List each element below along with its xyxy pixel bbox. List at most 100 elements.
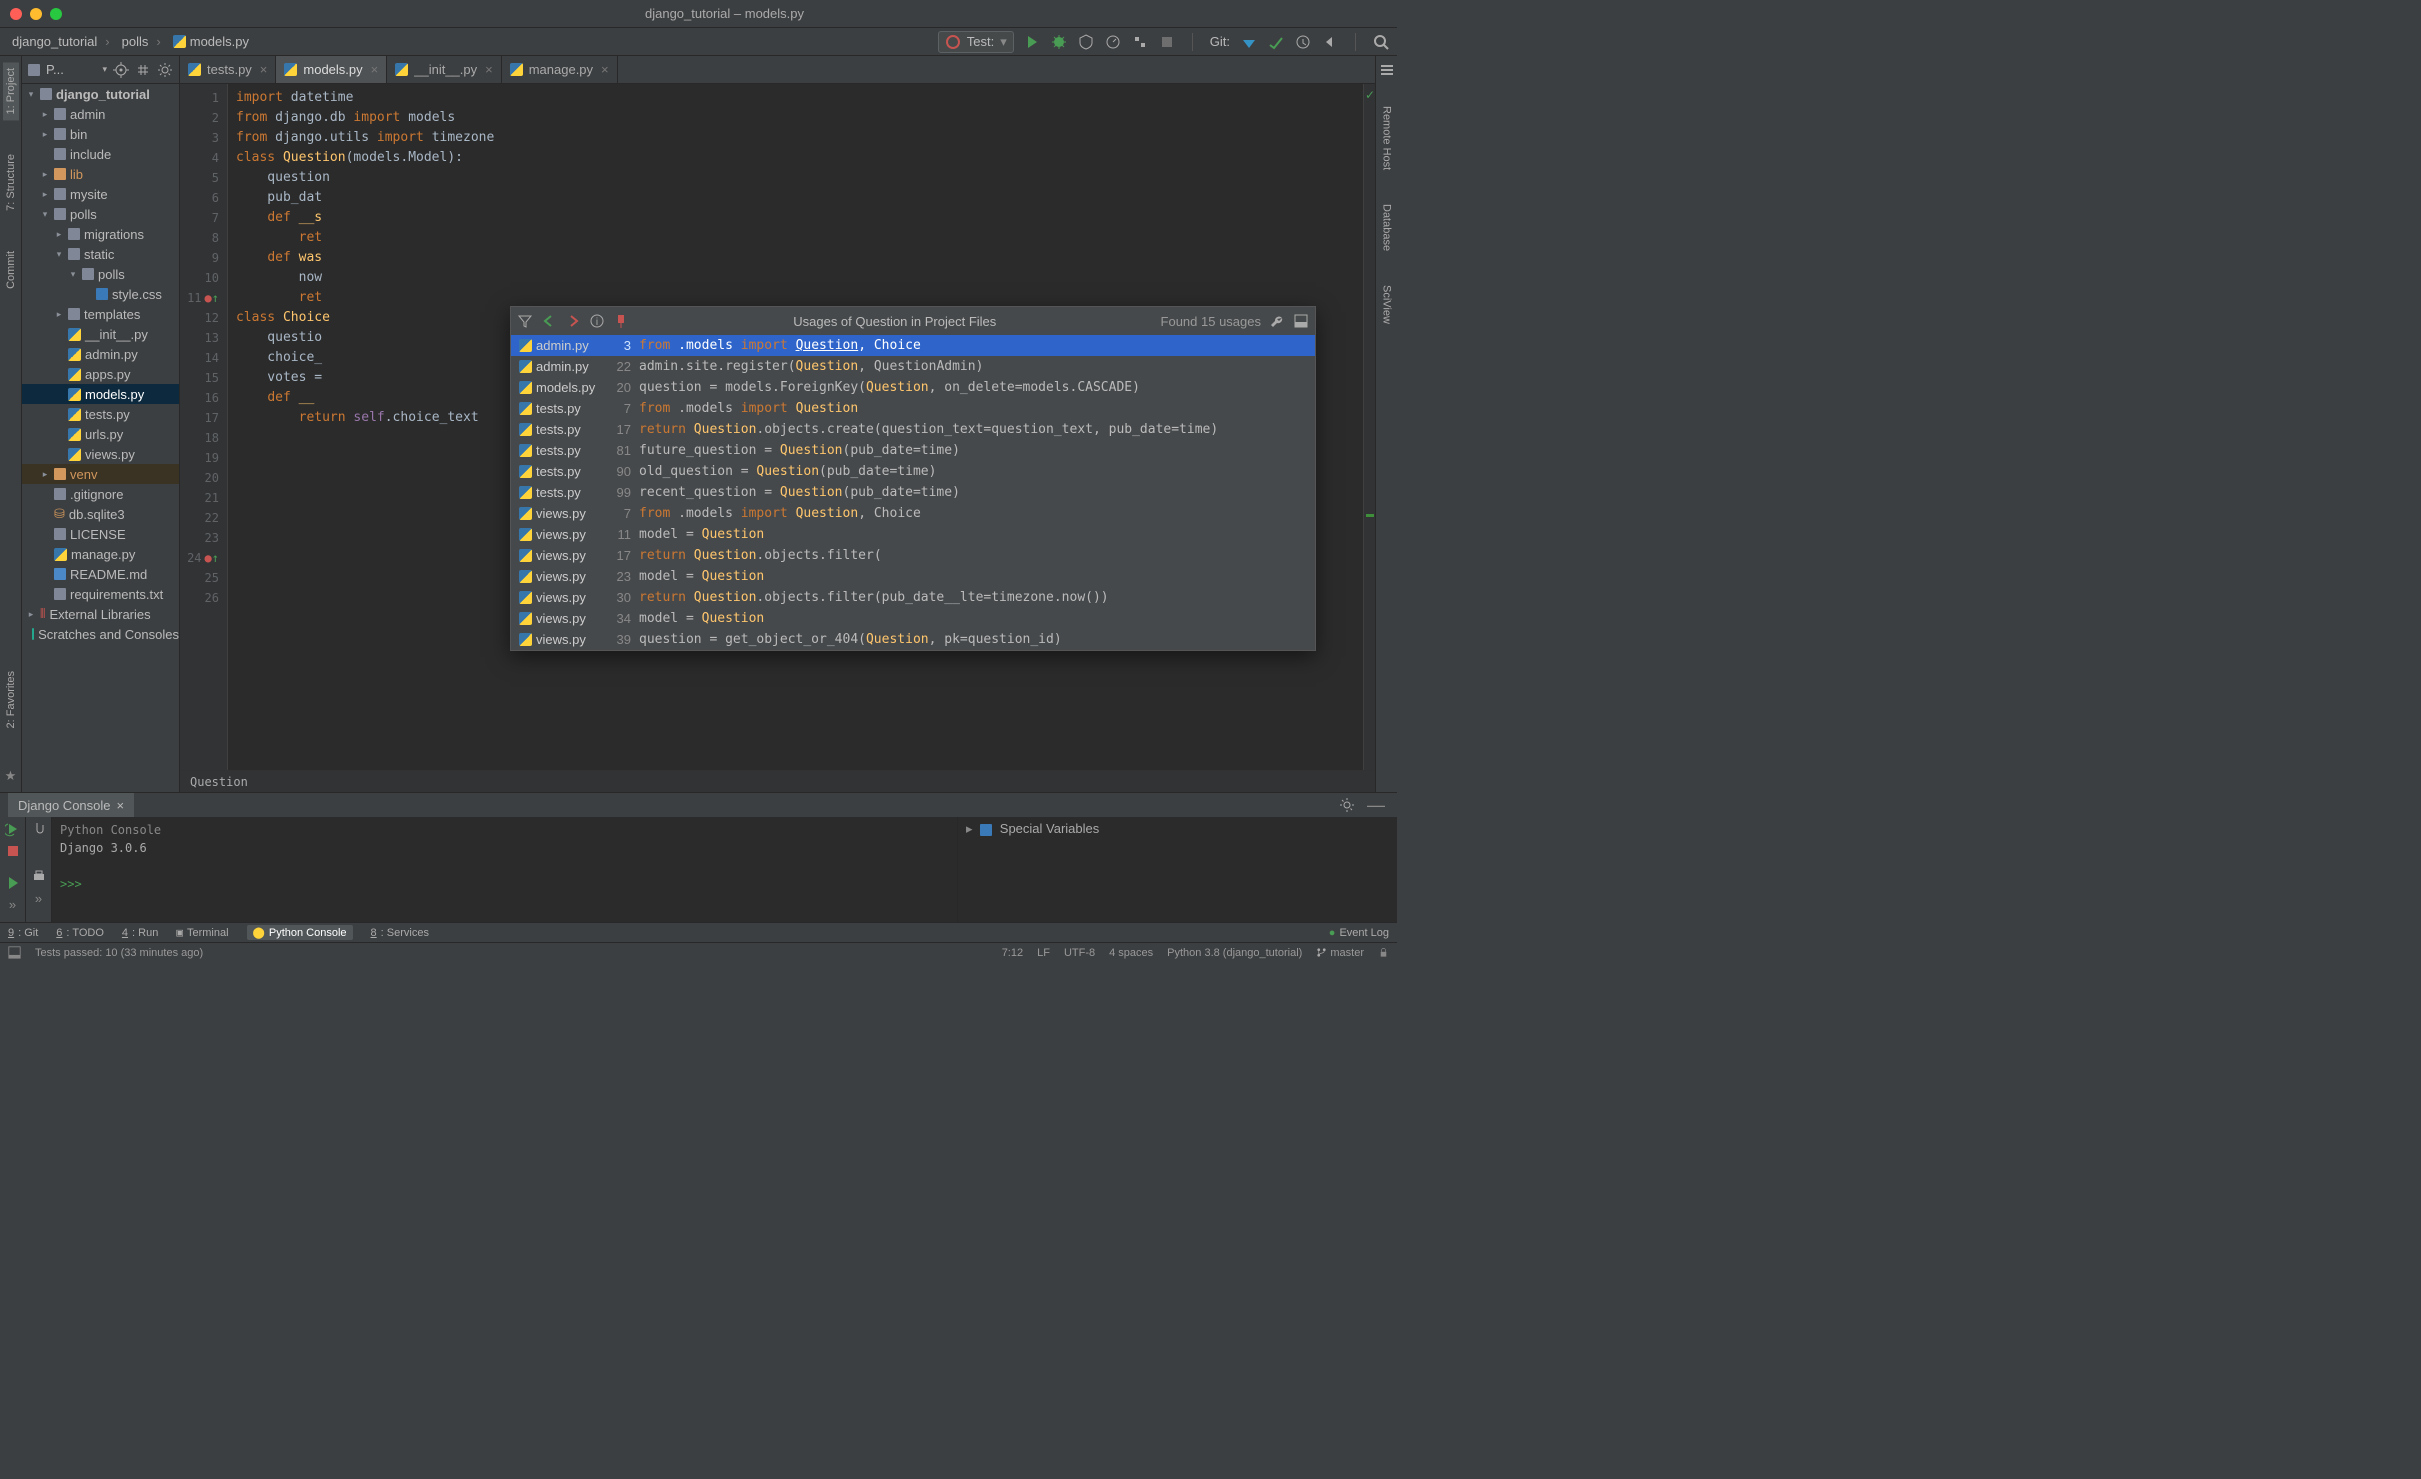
chevron-right-icon[interactable]: ▸ xyxy=(40,469,50,480)
stop-icon[interactable] xyxy=(1159,34,1175,50)
search-icon[interactable] xyxy=(1373,34,1389,50)
status-caret[interactable]: 7:12 xyxy=(1002,947,1023,959)
tree-node-managepy[interactable]: manage.py xyxy=(22,544,179,564)
crumb-django_tutorial[interactable]: django_tutorial xyxy=(8,32,114,51)
chevron-right-icon[interactable]: ▸ xyxy=(966,821,973,836)
chevron-right-icon[interactable]: ▸ xyxy=(26,609,36,620)
tree-node-static[interactable]: ▾static xyxy=(22,244,179,264)
code-breadcrumb[interactable]: Question xyxy=(180,770,1375,792)
toolwindow-tab-favorites[interactable]: 2: Favorites xyxy=(3,665,19,734)
usage-row[interactable]: views.py7from .models import Question, C… xyxy=(511,503,1315,524)
run-configuration-selector[interactable]: Test: ▾ xyxy=(938,31,1014,53)
debug-icon[interactable] xyxy=(1051,34,1067,50)
toolwindow-button-services[interactable]: 8: Services xyxy=(371,927,429,939)
toolwindow-tab-structure[interactable]: 7: Structure xyxy=(3,148,19,217)
console-variables[interactable]: ▸ Special Variables xyxy=(957,817,1397,922)
profiler-icon[interactable] xyxy=(1105,34,1121,50)
tree-node-venv[interactable]: ▸venv xyxy=(22,464,179,484)
line-number[interactable]: 26 xyxy=(184,588,219,608)
tree-node-admin[interactable]: ▸admin xyxy=(22,104,179,124)
tree-node-bin[interactable]: ▸bin xyxy=(22,124,179,144)
code-line[interactable]: question xyxy=(236,168,1355,188)
tree-node-initpy[interactable]: __init__.py xyxy=(22,324,179,344)
prev-usage-icon[interactable] xyxy=(541,313,557,329)
tree-node-testspy[interactable]: tests.py xyxy=(22,404,179,424)
line-number[interactable]: 22 xyxy=(184,508,219,528)
code-line[interactable]: def __s xyxy=(236,208,1355,228)
settings-icon[interactable] xyxy=(1269,313,1285,329)
close-icon[interactable]: × xyxy=(485,62,493,77)
line-number[interactable]: 4 xyxy=(184,148,219,168)
usage-row[interactable]: views.py39question = get_object_or_404(Q… xyxy=(511,629,1315,650)
open-toolwindow-icon[interactable] xyxy=(1293,313,1309,329)
line-number[interactable]: 5 xyxy=(184,168,219,188)
close-icon[interactable]: × xyxy=(117,798,125,813)
usage-row[interactable]: tests.py99recent_question = Question(pub… xyxy=(511,482,1315,503)
usage-row[interactable]: views.py11model = Question xyxy=(511,524,1315,545)
line-number[interactable]: 11●↑ xyxy=(184,288,219,308)
more-icon[interactable]: » xyxy=(9,897,16,912)
tree-node-scratchesandconsoles[interactable]: Scratches and Consoles xyxy=(22,624,179,644)
line-number[interactable]: 3 xyxy=(184,128,219,148)
usage-row[interactable]: models.py20question = models.ForeignKey(… xyxy=(511,377,1315,398)
toolwindow-button-run[interactable]: 4: Run xyxy=(122,927,158,939)
toolwindow-tab-remotehost[interactable]: Remote Host xyxy=(1379,100,1395,176)
line-number[interactable]: 12 xyxy=(184,308,219,328)
line-number[interactable]: 10 xyxy=(184,268,219,288)
line-number[interactable]: 9 xyxy=(184,248,219,268)
vcs-history-icon[interactable] xyxy=(1295,34,1311,50)
event-log-button[interactable]: ● Event Log xyxy=(1329,927,1389,939)
tree-node-lib[interactable]: ▸lib xyxy=(22,164,179,184)
usage-row[interactable]: views.py17return Question.objects.filter… xyxy=(511,545,1315,566)
chevron-down-icon[interactable]: ▾ xyxy=(54,249,64,260)
toolwindow-tab-commit[interactable]: Commit xyxy=(3,245,19,295)
tree-node-urlspy[interactable]: urls.py xyxy=(22,424,179,444)
tree-node-migrations[interactable]: ▸migrations xyxy=(22,224,179,244)
line-number[interactable]: 14 xyxy=(184,348,219,368)
tree-node-appspy[interactable]: apps.py xyxy=(22,364,179,384)
star-icon[interactable]: ★ xyxy=(5,768,17,784)
tree-node-modelspy[interactable]: models.py xyxy=(22,384,179,404)
chevron-right-icon[interactable]: ▸ xyxy=(40,189,50,200)
code-line[interactable]: import datetime xyxy=(236,88,1355,108)
crumb-polls[interactable]: polls xyxy=(118,32,165,51)
status-branch[interactable]: master xyxy=(1316,947,1364,959)
line-number[interactable]: 13 xyxy=(184,328,219,348)
line-number[interactable]: 19 xyxy=(184,448,219,468)
tree-node-readmemd[interactable]: README.md xyxy=(22,564,179,584)
status-encoding[interactable]: UTF-8 xyxy=(1064,947,1095,959)
tree-node-polls[interactable]: ▾polls xyxy=(22,264,179,284)
tree-node-stylecss[interactable]: style.css xyxy=(22,284,179,304)
hide-icon[interactable]: — xyxy=(1363,795,1389,816)
status-interpreter[interactable]: Python 3.8 (django_tutorial) xyxy=(1167,947,1302,959)
toolwindow-tab-sciview[interactable]: SciView xyxy=(1379,279,1395,330)
attach-icon[interactable] xyxy=(31,821,47,837)
close-icon[interactable]: × xyxy=(371,62,379,77)
line-number[interactable]: 15 xyxy=(184,368,219,388)
tree-node-externallibraries[interactable]: ▸⫴External Libraries xyxy=(22,604,179,624)
chevron-right-icon[interactable]: ▸ xyxy=(54,229,64,240)
editor-tab-managepy[interactable]: manage.py× xyxy=(502,56,618,83)
run-icon[interactable] xyxy=(1024,34,1040,50)
usage-row[interactable]: views.py34model = Question xyxy=(511,608,1315,629)
line-number[interactable]: 1 xyxy=(184,88,219,108)
console-prompt[interactable]: >>> xyxy=(60,875,949,893)
chevron-down-icon[interactable]: ▾ xyxy=(102,64,107,75)
chevron-right-icon[interactable]: ▸ xyxy=(54,309,64,320)
usages-list[interactable]: admin.py3from .models import Question, C… xyxy=(511,335,1315,650)
usage-row[interactable]: views.py23model = Question xyxy=(511,566,1315,587)
usage-row[interactable]: views.py30return Question.objects.filter… xyxy=(511,587,1315,608)
usage-row[interactable]: admin.py3from .models import Question, C… xyxy=(511,335,1315,356)
console-output[interactable]: Python Console Django 3.0.6 >>> xyxy=(52,817,957,922)
usage-row[interactable]: tests.py81future_question = Question(pub… xyxy=(511,440,1315,461)
tree-node-mysite[interactable]: ▸mysite xyxy=(22,184,179,204)
maximize-window-button[interactable] xyxy=(50,8,62,20)
line-number[interactable]: 24●↑ xyxy=(184,548,219,568)
gear-icon[interactable] xyxy=(157,62,173,78)
vcs-update-icon[interactable] xyxy=(1241,34,1257,50)
tree-node-templates[interactable]: ▸templates xyxy=(22,304,179,324)
code-line[interactable]: now xyxy=(236,268,1355,288)
close-icon[interactable]: × xyxy=(601,62,609,77)
rerun-icon[interactable] xyxy=(5,821,21,837)
tree-node-requirementstxt[interactable]: requirements.txt xyxy=(22,584,179,604)
